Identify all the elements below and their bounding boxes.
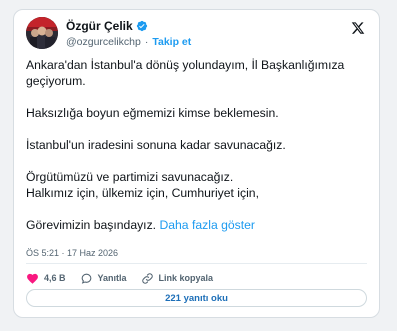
like-count: 4,6 B bbox=[44, 273, 66, 283]
copy-link-label: Link kopyala bbox=[158, 273, 214, 283]
tweet-line: İstanbul'un iradesini sonuna kadar savun… bbox=[26, 138, 286, 152]
author-handle[interactable]: @ozgurcelikchp bbox=[66, 36, 141, 48]
x-logo-icon[interactable] bbox=[351, 21, 365, 35]
tweet-line: Görevimizin başındayız. bbox=[26, 218, 157, 232]
author-display-name[interactable]: Özgür Çelik bbox=[66, 19, 133, 33]
reply-button[interactable]: Yanıtla bbox=[80, 272, 127, 285]
separator-dot: · bbox=[144, 35, 149, 48]
tweet-timestamp[interactable]: ÖS 5:21 · 17 Haz 2026 bbox=[26, 248, 118, 258]
tweet-line: Ankara'dan İstanbul'a dönüş yolundayım, … bbox=[26, 58, 345, 88]
verified-badge-icon bbox=[136, 20, 147, 32]
heart-icon bbox=[27, 273, 38, 284]
tweet-line: Haksızlığa boyun eğmemizi kimse beklemes… bbox=[26, 106, 279, 120]
read-replies-button[interactable]: 221 yanıtı oku bbox=[26, 289, 367, 307]
follow-button[interactable]: Takip et bbox=[152, 36, 191, 48]
tweet-line: Halkımız için, ülkemiz için, Cumhuriyet … bbox=[26, 186, 259, 200]
tweet-line: Örgütümüzü ve partimizi savunacağız. bbox=[26, 170, 234, 184]
reply-icon bbox=[81, 273, 91, 284]
copy-link-button[interactable]: Link kopyala bbox=[141, 272, 214, 285]
like-button[interactable]: 4,6 B bbox=[26, 272, 66, 285]
link-icon bbox=[141, 272, 153, 284]
tweet-line-last: Görevimizin başındayız. Daha fazla göste… bbox=[26, 217, 371, 233]
author-info: Özgür Çelik @ozgurcelikchp · Takip et bbox=[66, 19, 191, 48]
divider bbox=[26, 263, 367, 264]
reply-label: Yanıtla bbox=[97, 273, 127, 283]
tweet-header: Özgür Çelik @ozgurcelikchp · Takip et bbox=[26, 17, 367, 51]
tweet-text: Ankara'dan İstanbul'a dönüş yolundayım, … bbox=[26, 57, 371, 233]
avatar[interactable] bbox=[26, 17, 58, 49]
action-bar: 4,6 B Yanıtla Link kopyala bbox=[26, 271, 227, 285]
show-more-link[interactable]: Daha fazla göster bbox=[159, 218, 255, 232]
tweet-card: Özgür Çelik @ozgurcelikchp · Takip et An… bbox=[13, 9, 380, 318]
